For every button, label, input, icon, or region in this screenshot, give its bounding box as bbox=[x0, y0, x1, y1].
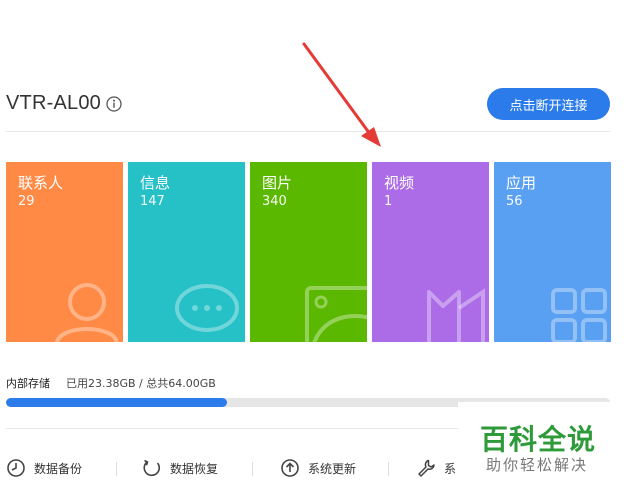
toolbar-separator bbox=[388, 462, 389, 476]
storage-usage-text: 已用23.38GB / 总共64.00GB bbox=[66, 377, 216, 390]
watermark: 百科全说 助你轻松解决 bbox=[458, 402, 644, 504]
toolbar-separator bbox=[116, 462, 117, 476]
restore-label: 数据恢复 bbox=[170, 461, 219, 476]
system-update-button[interactable]: 系统更新 bbox=[280, 458, 356, 478]
watermark-title: 百科全说 bbox=[480, 423, 597, 456]
watermark-subtitle: 助你轻松解决 bbox=[486, 456, 589, 474]
restore-icon bbox=[143, 459, 161, 477]
backup-label: 数据备份 bbox=[34, 461, 83, 476]
restore-button[interactable]: 数据恢复 bbox=[142, 458, 218, 478]
tools-button[interactable]: 系 bbox=[416, 458, 456, 478]
backup-button[interactable]: 数据备份 bbox=[6, 458, 82, 478]
wrench-icon bbox=[418, 459, 435, 477]
backup-clock-icon bbox=[7, 459, 25, 477]
arrow-up-circle-icon bbox=[281, 459, 299, 477]
system-update-label: 系统更新 bbox=[308, 461, 357, 476]
toolbar-separator bbox=[252, 462, 253, 476]
tools-label: 系 bbox=[444, 461, 457, 476]
storage-label: 内部存储 bbox=[6, 377, 50, 390]
storage-progress-fill bbox=[6, 398, 227, 407]
